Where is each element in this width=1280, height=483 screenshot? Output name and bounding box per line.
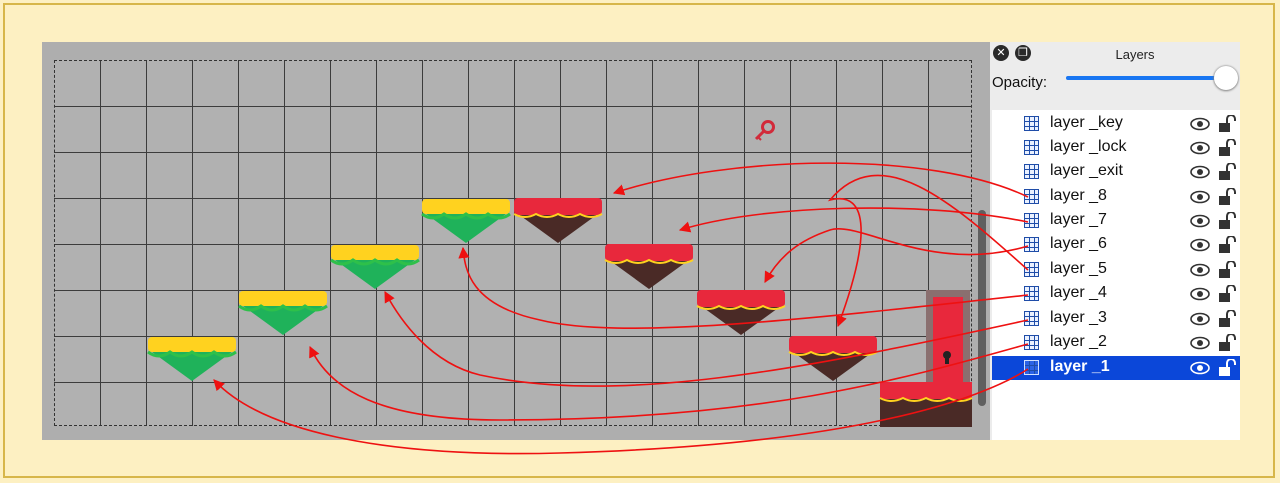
green-platform-tile — [421, 199, 511, 243]
green-platform-tile — [238, 291, 328, 335]
red-platform-tile — [513, 198, 603, 243]
red-platform-tile — [696, 290, 786, 335]
map-overlay — [147, 120, 1029, 455]
ground-block-tile — [879, 382, 973, 427]
green-platform-tile — [147, 337, 237, 381]
green-platform-tile — [330, 245, 420, 289]
red-platform-tile — [788, 336, 878, 381]
red-platform-tile — [604, 244, 694, 289]
arrow-layer-6 — [764, 228, 1029, 283]
arrow-layer-7 — [678, 207, 1029, 233]
key-icon — [754, 120, 775, 141]
arrow-layer-8 — [612, 162, 1029, 198]
